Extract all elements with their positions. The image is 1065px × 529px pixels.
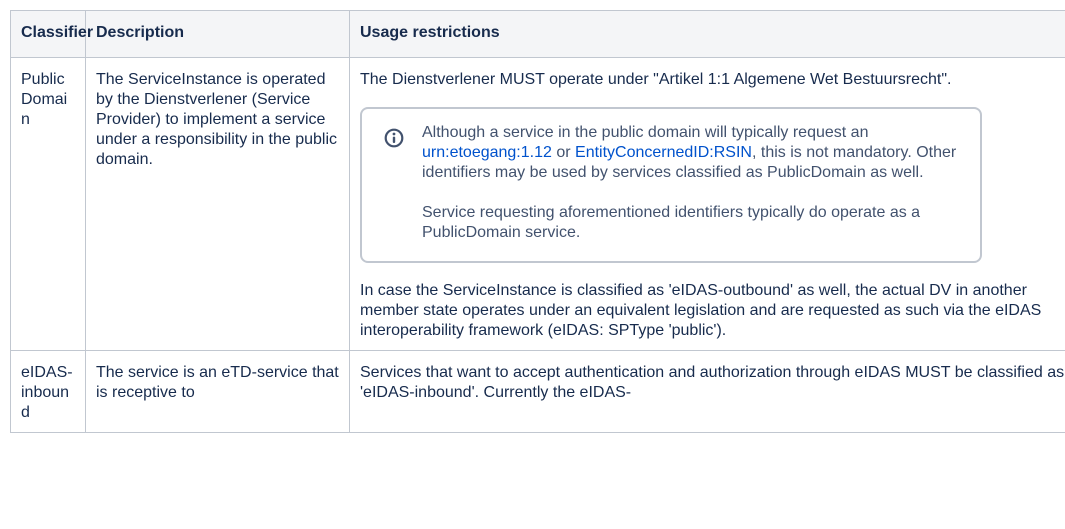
info-paragraph-2: Service requesting aforementioned identi… xyxy=(422,204,921,241)
cell-classifier: eIDAS-inbound xyxy=(10,350,86,433)
info-text-before: Although a service in the public domain … xyxy=(422,124,869,141)
urn-etoegang-link[interactable]: urn:etoegang:1.12 xyxy=(422,144,552,161)
info-icon xyxy=(384,128,404,148)
table-header-row: Classifier Description Usage restriction… xyxy=(10,10,1065,58)
info-paragraph-1: Although a service in the public domain … xyxy=(422,123,960,183)
cell-classifier: PublicDomain xyxy=(10,57,86,351)
cell-usage-restrictions: The Dienstverlener MUST operate under "A… xyxy=(349,57,1065,351)
cell-description: The service is an eTD-service that is re… xyxy=(85,350,350,433)
usage-outro-text: In case the ServiceInstance is classifie… xyxy=(360,282,1042,339)
cell-usage-restrictions: Services that want to accept authenticat… xyxy=(349,350,1065,433)
info-text-between: or xyxy=(551,144,576,161)
table-row: PublicDomain The ServiceInstance is oper… xyxy=(10,57,1065,351)
info-panel: Although a service in the public domain … xyxy=(360,107,982,263)
classifier-table: Classifier Description Usage restriction… xyxy=(10,10,1065,433)
entity-concerned-id-rsin-link[interactable]: EntityConcernedID:RSIN xyxy=(575,144,752,161)
usage-intro-text: The Dienstverlener MUST operate under "A… xyxy=(360,71,952,88)
cell-description: The ServiceInstance is operated by the D… xyxy=(85,57,350,351)
header-description: Description xyxy=(85,10,350,58)
header-classifier: Classifier xyxy=(10,10,93,58)
header-usage-restrictions: Usage restrictions xyxy=(349,10,1065,58)
table-row: eIDAS-inbound The service is an eTD-serv… xyxy=(10,350,1065,433)
